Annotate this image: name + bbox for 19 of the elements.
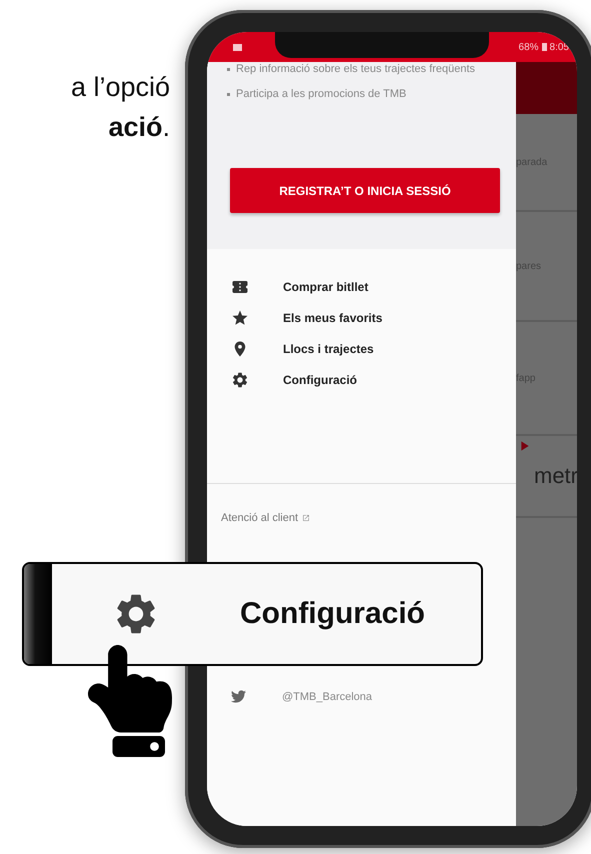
instruction-text: a l’opció — [70, 71, 170, 104]
star-icon — [231, 308, 249, 326]
bullet-text: Participa a les promocions de TMB — [227, 87, 502, 102]
instruction-text: ació. — [108, 111, 170, 144]
bullet-text: Rep informació sobre els teus trajectes freqüents — [227, 62, 502, 77]
support-link[interactable]: Atenció al client — [221, 512, 298, 524]
notification-icon — [233, 44, 242, 50]
menu-item[interactable]: Llocs i trajectes — [283, 342, 374, 356]
app-header-bar — [516, 62, 577, 114]
battery-percent: 68% — [518, 42, 539, 52]
battery-icon — [542, 43, 547, 51]
callout-label: Configuració — [240, 597, 425, 631]
menu-item[interactable]: Configuració — [283, 372, 357, 386]
menu-item[interactable]: Comprar bitllet — [283, 280, 368, 294]
settings-icon — [231, 370, 249, 388]
menu-item[interactable]: Els meus favorits — [283, 310, 382, 324]
external-link-icon — [302, 514, 310, 522]
register-button[interactable]: REGISTRA’T O INICIA SESSIÓ — [230, 168, 500, 213]
bird-icon — [231, 689, 246, 704]
